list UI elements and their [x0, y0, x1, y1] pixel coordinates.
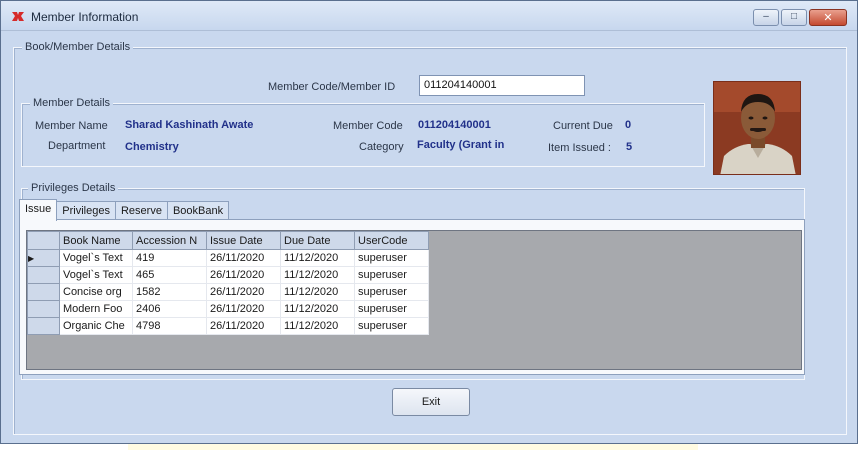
table-row[interactable]: Organic Che 4798 26/11/2020 11/12/2020 s…	[27, 317, 429, 335]
accession-cell[interactable]: 465	[132, 266, 207, 284]
department-label: Department	[48, 140, 106, 152]
accession-cell[interactable]: 2406	[132, 300, 207, 318]
member-photo	[713, 81, 801, 175]
table-row[interactable]: Vogel`s Text 465 26/11/2020 11/12/2020 s…	[27, 266, 429, 284]
user-code-cell[interactable]: superuser	[354, 249, 429, 267]
member-code-value: 011204140001	[418, 119, 491, 131]
tab-reserve[interactable]: Reserve	[114, 201, 168, 221]
user-code-cell[interactable]: superuser	[354, 317, 429, 335]
book-member-details-legend: Book/Member Details	[22, 41, 134, 53]
member-details-legend: Member Details	[30, 97, 114, 109]
issued-books-table: Book Name Accession N Issue Date Due Dat…	[27, 231, 429, 335]
item-issued-value: 5	[626, 141, 633, 153]
privileges-details-legend: Privileges Details	[28, 182, 119, 194]
tab-privileges[interactable]: Privileges	[56, 201, 116, 221]
accession-cell[interactable]: 1582	[132, 283, 207, 301]
category-value: Faculty (Grant in	[417, 139, 505, 151]
department-value: Chemistry	[125, 141, 179, 153]
column-header-book-name[interactable]: Book Name	[59, 231, 133, 250]
book-name-cell[interactable]: Concise org	[59, 283, 133, 301]
column-header-user-code[interactable]: UserCode	[354, 231, 429, 250]
app-icon	[12, 12, 24, 21]
table-row[interactable]: ▶ Vogel`s Text 419 26/11/2020 11/12/2020…	[27, 249, 429, 267]
maximize-icon: □	[790, 11, 798, 22]
user-code-cell[interactable]: superuser	[354, 283, 429, 301]
row-header[interactable]	[27, 283, 60, 301]
due-date-cell[interactable]: 11/12/2020	[280, 283, 355, 301]
due-date-cell[interactable]: 11/12/2020	[280, 317, 355, 335]
current-row-icon[interactable]: ▶	[27, 249, 60, 267]
row-header-corner	[27, 231, 60, 250]
book-name-cell[interactable]: Vogel`s Text	[59, 266, 133, 284]
member-code-label: Member Code	[333, 120, 403, 132]
due-date-cell[interactable]: 11/12/2020	[280, 266, 355, 284]
table-row[interactable]: Concise org 1582 26/11/2020 11/12/2020 s…	[27, 283, 429, 301]
user-code-cell[interactable]: superuser	[354, 300, 429, 318]
member-name-label: Member Name	[35, 120, 108, 132]
issue-tab-page: Book Name Accession N Issue Date Due Dat…	[19, 219, 805, 375]
column-header-accession-no[interactable]: Accession N	[132, 231, 207, 250]
column-header-issue-date[interactable]: Issue Date	[206, 231, 281, 250]
title-bar[interactable]: Member Information – □ ✕	[1, 1, 857, 31]
member-information-window: Member Information – □ ✕ Book/Member Det…	[0, 0, 858, 444]
close-button[interactable]: ✕	[809, 9, 847, 26]
accession-cell[interactable]: 419	[132, 249, 207, 267]
column-header-due-date[interactable]: Due Date	[280, 231, 355, 250]
row-header[interactable]	[27, 300, 60, 318]
window-title: Member Information	[31, 10, 139, 24]
member-code-input[interactable]: 011204140001	[419, 75, 585, 96]
table-row[interactable]: Modern Foo 2406 26/11/2020 11/12/2020 su…	[27, 300, 429, 318]
item-issued-label: Item Issued :	[548, 142, 611, 154]
member-details-group: Member Details	[21, 97, 705, 167]
minimize-icon: –	[763, 11, 769, 22]
privileges-tabs: Issue Privileges Reserve BookBank	[19, 199, 230, 221]
minimize-button[interactable]: –	[753, 9, 779, 26]
issue-date-cell[interactable]: 26/11/2020	[206, 266, 281, 284]
accession-cell[interactable]: 4798	[132, 317, 207, 335]
tab-bookbank[interactable]: BookBank	[166, 201, 230, 221]
member-code-input-label: Member Code/Member ID	[268, 81, 396, 93]
user-code-cell[interactable]: superuser	[354, 266, 429, 284]
book-name-cell[interactable]: Vogel`s Text	[59, 249, 133, 267]
current-due-value: 0	[625, 119, 632, 131]
member-name-value: Sharad Kashinath Awate	[125, 119, 254, 131]
grid-header-row: Book Name Accession N Issue Date Due Dat…	[27, 231, 429, 250]
window-controls: – □ ✕	[753, 9, 847, 26]
issue-date-cell[interactable]: 26/11/2020	[206, 317, 281, 335]
exit-button[interactable]: Exit	[392, 388, 470, 416]
issue-date-cell[interactable]: 26/11/2020	[206, 300, 281, 318]
issue-date-cell[interactable]: 26/11/2020	[206, 283, 281, 301]
close-icon: ✕	[823, 12, 833, 24]
background-strip	[128, 444, 698, 450]
row-header[interactable]	[27, 266, 60, 284]
issued-books-grid[interactable]: Book Name Accession N Issue Date Due Dat…	[26, 230, 802, 370]
due-date-cell[interactable]: 11/12/2020	[280, 300, 355, 318]
maximize-button[interactable]: □	[781, 9, 807, 26]
book-name-cell[interactable]: Organic Che	[59, 317, 133, 335]
issue-date-cell[interactable]: 26/11/2020	[206, 249, 281, 267]
member-photo-image	[714, 82, 800, 174]
book-name-cell[interactable]: Modern Foo	[59, 300, 133, 318]
category-label: Category	[359, 141, 404, 153]
current-due-label: Current Due	[553, 120, 613, 132]
tab-issue[interactable]: Issue	[19, 199, 58, 221]
due-date-cell[interactable]: 11/12/2020	[280, 249, 355, 267]
row-header[interactable]	[27, 317, 60, 335]
form-client-area: Book/Member Details Member Code/Member I…	[5, 33, 853, 441]
